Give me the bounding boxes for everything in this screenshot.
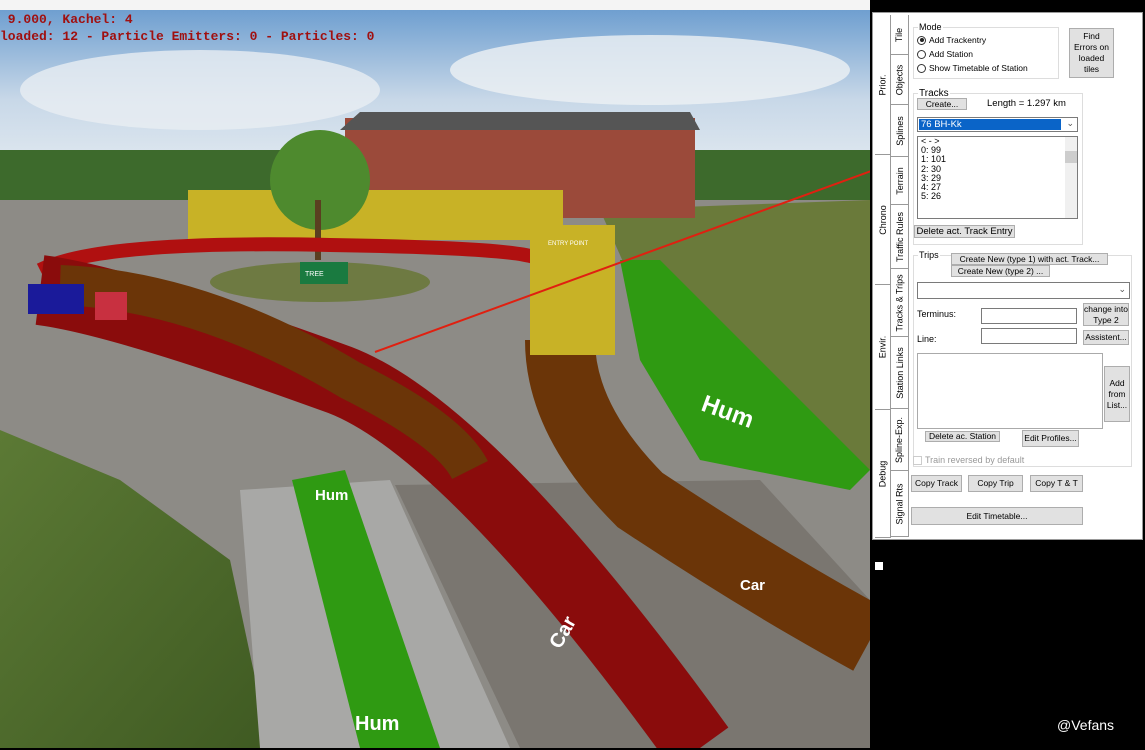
- list-item[interactable]: 5: 26: [918, 192, 1077, 201]
- sign-label: TREE: [305, 271, 324, 278]
- tab-tile[interactable]: Tile: [891, 15, 909, 55]
- track-entries-list[interactable]: < - > 0: 99 1: 101 2: 30 3: 29 4: 27 5: …: [917, 136, 1078, 219]
- tab-objects[interactable]: Objects: [891, 55, 909, 105]
- radio-add-trackentry[interactable]: Add Trackentry: [917, 35, 986, 45]
- terminus-label: Terminus:: [917, 309, 957, 319]
- create-track-button[interactable]: Create...: [917, 98, 967, 110]
- 3d-viewport[interactable]: Hum Hum Car Hum Car ENTRY POINT TREE 9.0…: [0, 0, 1031, 750]
- tab-chrono[interactable]: Chrono: [875, 155, 891, 285]
- watermark: @Vefans: [1057, 717, 1115, 733]
- scrollbar[interactable]: [1065, 137, 1077, 218]
- create-trip-type2-button[interactable]: Create New (type 2) ...: [951, 265, 1050, 277]
- edit-timetable-button[interactable]: Edit Timetable...: [911, 507, 1083, 525]
- scene-render: Hum Hum Car Hum Car ENTRY POINT TREE: [0, 0, 1031, 750]
- tab-debug[interactable]: Debug: [875, 410, 891, 538]
- hud-line-1: 9.000, Kachel: 4: [0, 12, 133, 27]
- hud-line-2: loaded: 12 - Particle Emitters: 0 - Part…: [0, 29, 375, 44]
- list-item[interactable]: 3: 29: [918, 173, 1077, 183]
- terminus-input[interactable]: [981, 308, 1077, 324]
- road-label: Hum: [355, 713, 399, 735]
- radio-add-station[interactable]: Add Station: [917, 49, 973, 59]
- tab-signal-rts[interactable]: Signal Rts: [891, 471, 909, 537]
- editor-panel: Prior. Chrono Envir. Debug Tile Objects …: [872, 12, 1143, 540]
- change-type2-button[interactable]: change into Type 2: [1083, 303, 1129, 326]
- road-label: Car: [740, 577, 765, 594]
- radio-show-timetable[interactable]: Show Timetable of Station: [917, 63, 1028, 73]
- track-select[interactable]: 76 BH-Kk ⌄: [917, 117, 1078, 132]
- sign-label: ENTRY POINT: [548, 241, 588, 247]
- find-errors-button[interactable]: Find Errors on loaded tiles: [1069, 28, 1114, 78]
- line-input[interactable]: [981, 328, 1077, 344]
- copy-tt-button[interactable]: Copy T & T: [1030, 475, 1083, 492]
- chevron-down-icon: ⌄: [1066, 118, 1074, 128]
- edit-profiles-button[interactable]: Edit Profiles...: [1022, 430, 1079, 447]
- tab-prior[interactable]: Prior.: [875, 15, 891, 155]
- delete-station-button[interactable]: Delete ac. Station: [925, 431, 1000, 442]
- copy-trip-button[interactable]: Copy Trip: [968, 475, 1023, 492]
- copy-track-button[interactable]: Copy Track: [911, 475, 962, 492]
- list-item[interactable]: 4: 27: [918, 182, 1077, 192]
- train-reversed-checkbox[interactable]: Train reversed by default: [913, 455, 1024, 465]
- tab-terrain[interactable]: Terrain: [891, 157, 909, 205]
- tab-splines[interactable]: Splines: [891, 105, 909, 157]
- trips-label: Trips: [918, 250, 940, 260]
- mode-group: Mode Add Trackentry Add Station Show Tim…: [913, 22, 1059, 79]
- road-label: Hum: [315, 487, 348, 504]
- line-label: Line:: [917, 334, 937, 344]
- tab-envir[interactable]: Envir.: [875, 285, 891, 410]
- track-length: Length = 1.297 km: [987, 98, 1066, 109]
- tab-station-links[interactable]: Station Links: [891, 337, 909, 409]
- create-trip-type1-button[interactable]: Create New (type 1) with act. Track...: [951, 253, 1108, 265]
- add-from-list-button[interactable]: Add from List...: [1104, 366, 1130, 422]
- list-item[interactable]: 1: 101: [918, 155, 1077, 164]
- delete-track-entry-button[interactable]: Delete act. Track Entry: [914, 225, 1015, 238]
- tab-tracks-trips[interactable]: Tracks & Trips: [891, 269, 909, 337]
- small-square-icon: [875, 562, 883, 570]
- mode-label: Mode: [918, 22, 943, 32]
- trip-select[interactable]: ⌄: [917, 282, 1130, 299]
- list-item[interactable]: < - >: [918, 137, 1077, 146]
- list-item[interactable]: 2: 30: [918, 164, 1077, 174]
- assistent-button[interactable]: Assistent...: [1083, 330, 1129, 345]
- tab-spline-exp[interactable]: Spline-Exp.: [891, 409, 909, 471]
- tab-traffic-rules[interactable]: Traffic Rules: [891, 205, 909, 269]
- track-select-value: 76 BH-Kk: [919, 119, 1061, 130]
- chevron-down-icon: ⌄: [1118, 284, 1126, 294]
- stations-list[interactable]: [917, 353, 1103, 429]
